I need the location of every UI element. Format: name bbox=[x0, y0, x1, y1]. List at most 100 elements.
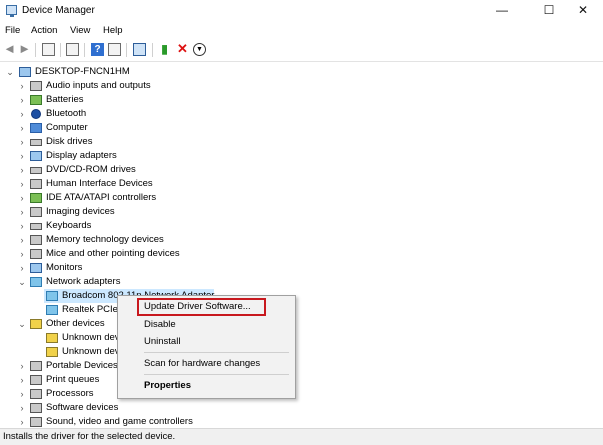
menu-scan-hardware[interactable]: Scan for hardware changes bbox=[144, 358, 260, 369]
menu-action[interactable]: Action bbox=[31, 25, 57, 36]
scan-hardware-icon[interactable] bbox=[133, 43, 146, 56]
status-bar: Installs the driver for the selected dev… bbox=[0, 428, 603, 445]
tree-item-label: Network adapters bbox=[46, 276, 121, 287]
menu-file[interactable]: File bbox=[5, 25, 20, 36]
toolbar: ◄ ► ? ▮ ✕ ▼ bbox=[0, 39, 603, 62]
speaker-icon bbox=[30, 81, 42, 91]
back-arrow-icon[interactable]: ◄ bbox=[3, 42, 16, 56]
chevron-right-icon[interactable]: › bbox=[18, 261, 26, 275]
tree-item-hid[interactable]: › Human Interface Devices bbox=[18, 177, 238, 191]
chevron-right-icon[interactable]: › bbox=[18, 401, 26, 415]
help-icon[interactable]: ? bbox=[91, 43, 104, 56]
update-driver-highlight bbox=[137, 298, 266, 316]
tree-item-monitors[interactable]: › Monitors bbox=[18, 261, 238, 275]
tree-item-label: Display adapters bbox=[46, 150, 117, 161]
status-text: Installs the driver for the selected dev… bbox=[3, 431, 176, 442]
bluetooth-icon bbox=[31, 109, 41, 119]
computer-icon bbox=[19, 67, 31, 77]
tree-item-memory-tech[interactable]: › Memory technology devices bbox=[18, 233, 238, 247]
tree-item-disk-drives[interactable]: › Disk drives bbox=[18, 135, 238, 149]
chevron-right-icon[interactable]: › bbox=[18, 205, 26, 219]
chevron-right-icon[interactable]: › bbox=[18, 79, 26, 93]
minimize-button[interactable]: — bbox=[482, 0, 522, 22]
tree-item-batteries[interactable]: › Batteries bbox=[18, 93, 238, 107]
chevron-down-icon[interactable]: ⌄ bbox=[18, 275, 26, 289]
uninstall-icon[interactable]: ✕ bbox=[176, 42, 189, 56]
tree-item-imaging[interactable]: › Imaging devices bbox=[18, 205, 238, 219]
tree-item-label: Disk drives bbox=[46, 136, 93, 147]
toolbar-separator bbox=[60, 43, 61, 57]
disable-device-icon[interactable]: ▼ bbox=[193, 43, 206, 56]
forward-arrow-icon[interactable]: ► bbox=[18, 42, 31, 56]
close-button[interactable]: ✕ bbox=[563, 0, 603, 22]
title-bar: Device Manager — ☐ ✕ bbox=[0, 0, 603, 22]
menu-bar: File Action View Help bbox=[0, 22, 603, 39]
vertical-scrollbar[interactable] bbox=[590, 63, 603, 428]
tree-item-computer[interactable]: › Computer bbox=[18, 121, 238, 135]
tree-item-display-adapters[interactable]: › Display adapters bbox=[18, 149, 238, 163]
properties-icon[interactable] bbox=[66, 43, 79, 56]
toolbar-separator bbox=[84, 43, 85, 57]
view-icon[interactable] bbox=[108, 43, 121, 56]
menu-uninstall[interactable]: Uninstall bbox=[144, 336, 180, 347]
menu-properties[interactable]: Properties bbox=[144, 380, 191, 391]
tree-item-audio[interactable]: › Audio inputs and outputs bbox=[18, 79, 238, 93]
monitor-icon bbox=[30, 263, 42, 273]
chevron-right-icon[interactable]: › bbox=[18, 373, 26, 387]
toolbar-separator bbox=[35, 43, 36, 57]
menu-help[interactable]: Help bbox=[103, 25, 123, 36]
tree-item-dvd-drives[interactable]: › DVD/CD-ROM drives bbox=[18, 163, 238, 177]
tree-item-label: Computer bbox=[46, 122, 88, 133]
tree-item-label: Monitors bbox=[46, 262, 83, 273]
tree-item-label: Batteries bbox=[46, 94, 84, 105]
chevron-down-icon[interactable]: ⌄ bbox=[18, 317, 26, 331]
portable-device-icon bbox=[30, 361, 42, 371]
chevron-right-icon[interactable]: › bbox=[18, 247, 26, 261]
keyboard-icon bbox=[30, 223, 42, 230]
menu-separator bbox=[144, 374, 289, 375]
tree-item-software-devices[interactable]: › Software devices bbox=[18, 401, 238, 415]
tree-item-network-adapters[interactable]: ⌄ Network adapters bbox=[18, 275, 238, 289]
show-hide-tree-icon[interactable] bbox=[42, 43, 55, 56]
toolbar-separator bbox=[126, 43, 127, 57]
software-device-icon bbox=[30, 403, 42, 413]
menu-separator bbox=[144, 352, 289, 353]
device-manager-icon bbox=[6, 5, 17, 17]
toolbar-separator bbox=[152, 43, 153, 57]
chevron-right-icon[interactable]: › bbox=[18, 121, 26, 135]
tree-item-mice[interactable]: › Mice and other pointing devices bbox=[18, 247, 238, 261]
warning-device-icon bbox=[46, 347, 58, 357]
processor-icon bbox=[30, 389, 42, 399]
computer-icon bbox=[30, 123, 42, 133]
chevron-right-icon[interactable]: › bbox=[18, 93, 26, 107]
chevron-right-icon[interactable]: › bbox=[18, 191, 26, 205]
tree-item-label: Mice and other pointing devices bbox=[46, 248, 180, 259]
menu-view[interactable]: View bbox=[70, 25, 90, 36]
menu-disable[interactable]: Disable bbox=[144, 319, 176, 330]
tree-item-label: Imaging devices bbox=[46, 206, 115, 217]
chevron-right-icon[interactable]: › bbox=[18, 415, 26, 427]
chevron-down-icon[interactable]: ⌄ bbox=[6, 65, 14, 79]
chevron-right-icon[interactable]: › bbox=[18, 163, 26, 177]
warning-device-icon bbox=[30, 319, 42, 329]
chevron-right-icon[interactable]: › bbox=[18, 359, 26, 373]
update-driver-icon[interactable]: ▮ bbox=[158, 43, 171, 56]
tree-item-label: Bluetooth bbox=[46, 108, 87, 119]
network-icon bbox=[30, 277, 42, 287]
battery-icon bbox=[30, 95, 42, 105]
tree-item-keyboards[interactable]: › Keyboards bbox=[18, 219, 238, 233]
tree-root[interactable]: ⌄ DESKTOP-FNCN1HM bbox=[6, 65, 206, 79]
tree-item-ide-controllers[interactable]: › IDE ATA/ATAPI controllers bbox=[18, 191, 238, 205]
tree-item-bluetooth[interactable]: › Bluetooth bbox=[18, 107, 238, 121]
tree-item-label: IDE ATA/ATAPI controllers bbox=[46, 192, 157, 203]
chevron-right-icon[interactable]: › bbox=[18, 233, 26, 247]
tree-item-label: Processors bbox=[46, 388, 94, 399]
chevron-right-icon[interactable]: › bbox=[18, 149, 26, 163]
tree-item-sound-controllers[interactable]: › Sound, video and game controllers bbox=[18, 415, 238, 427]
chevron-right-icon[interactable]: › bbox=[18, 219, 26, 233]
chevron-right-icon[interactable]: › bbox=[18, 387, 26, 401]
chevron-right-icon[interactable]: › bbox=[18, 135, 26, 149]
chevron-right-icon[interactable]: › bbox=[18, 107, 26, 121]
chevron-right-icon[interactable]: › bbox=[18, 177, 26, 191]
tree-item-label: Sound, video and game controllers bbox=[46, 416, 193, 427]
